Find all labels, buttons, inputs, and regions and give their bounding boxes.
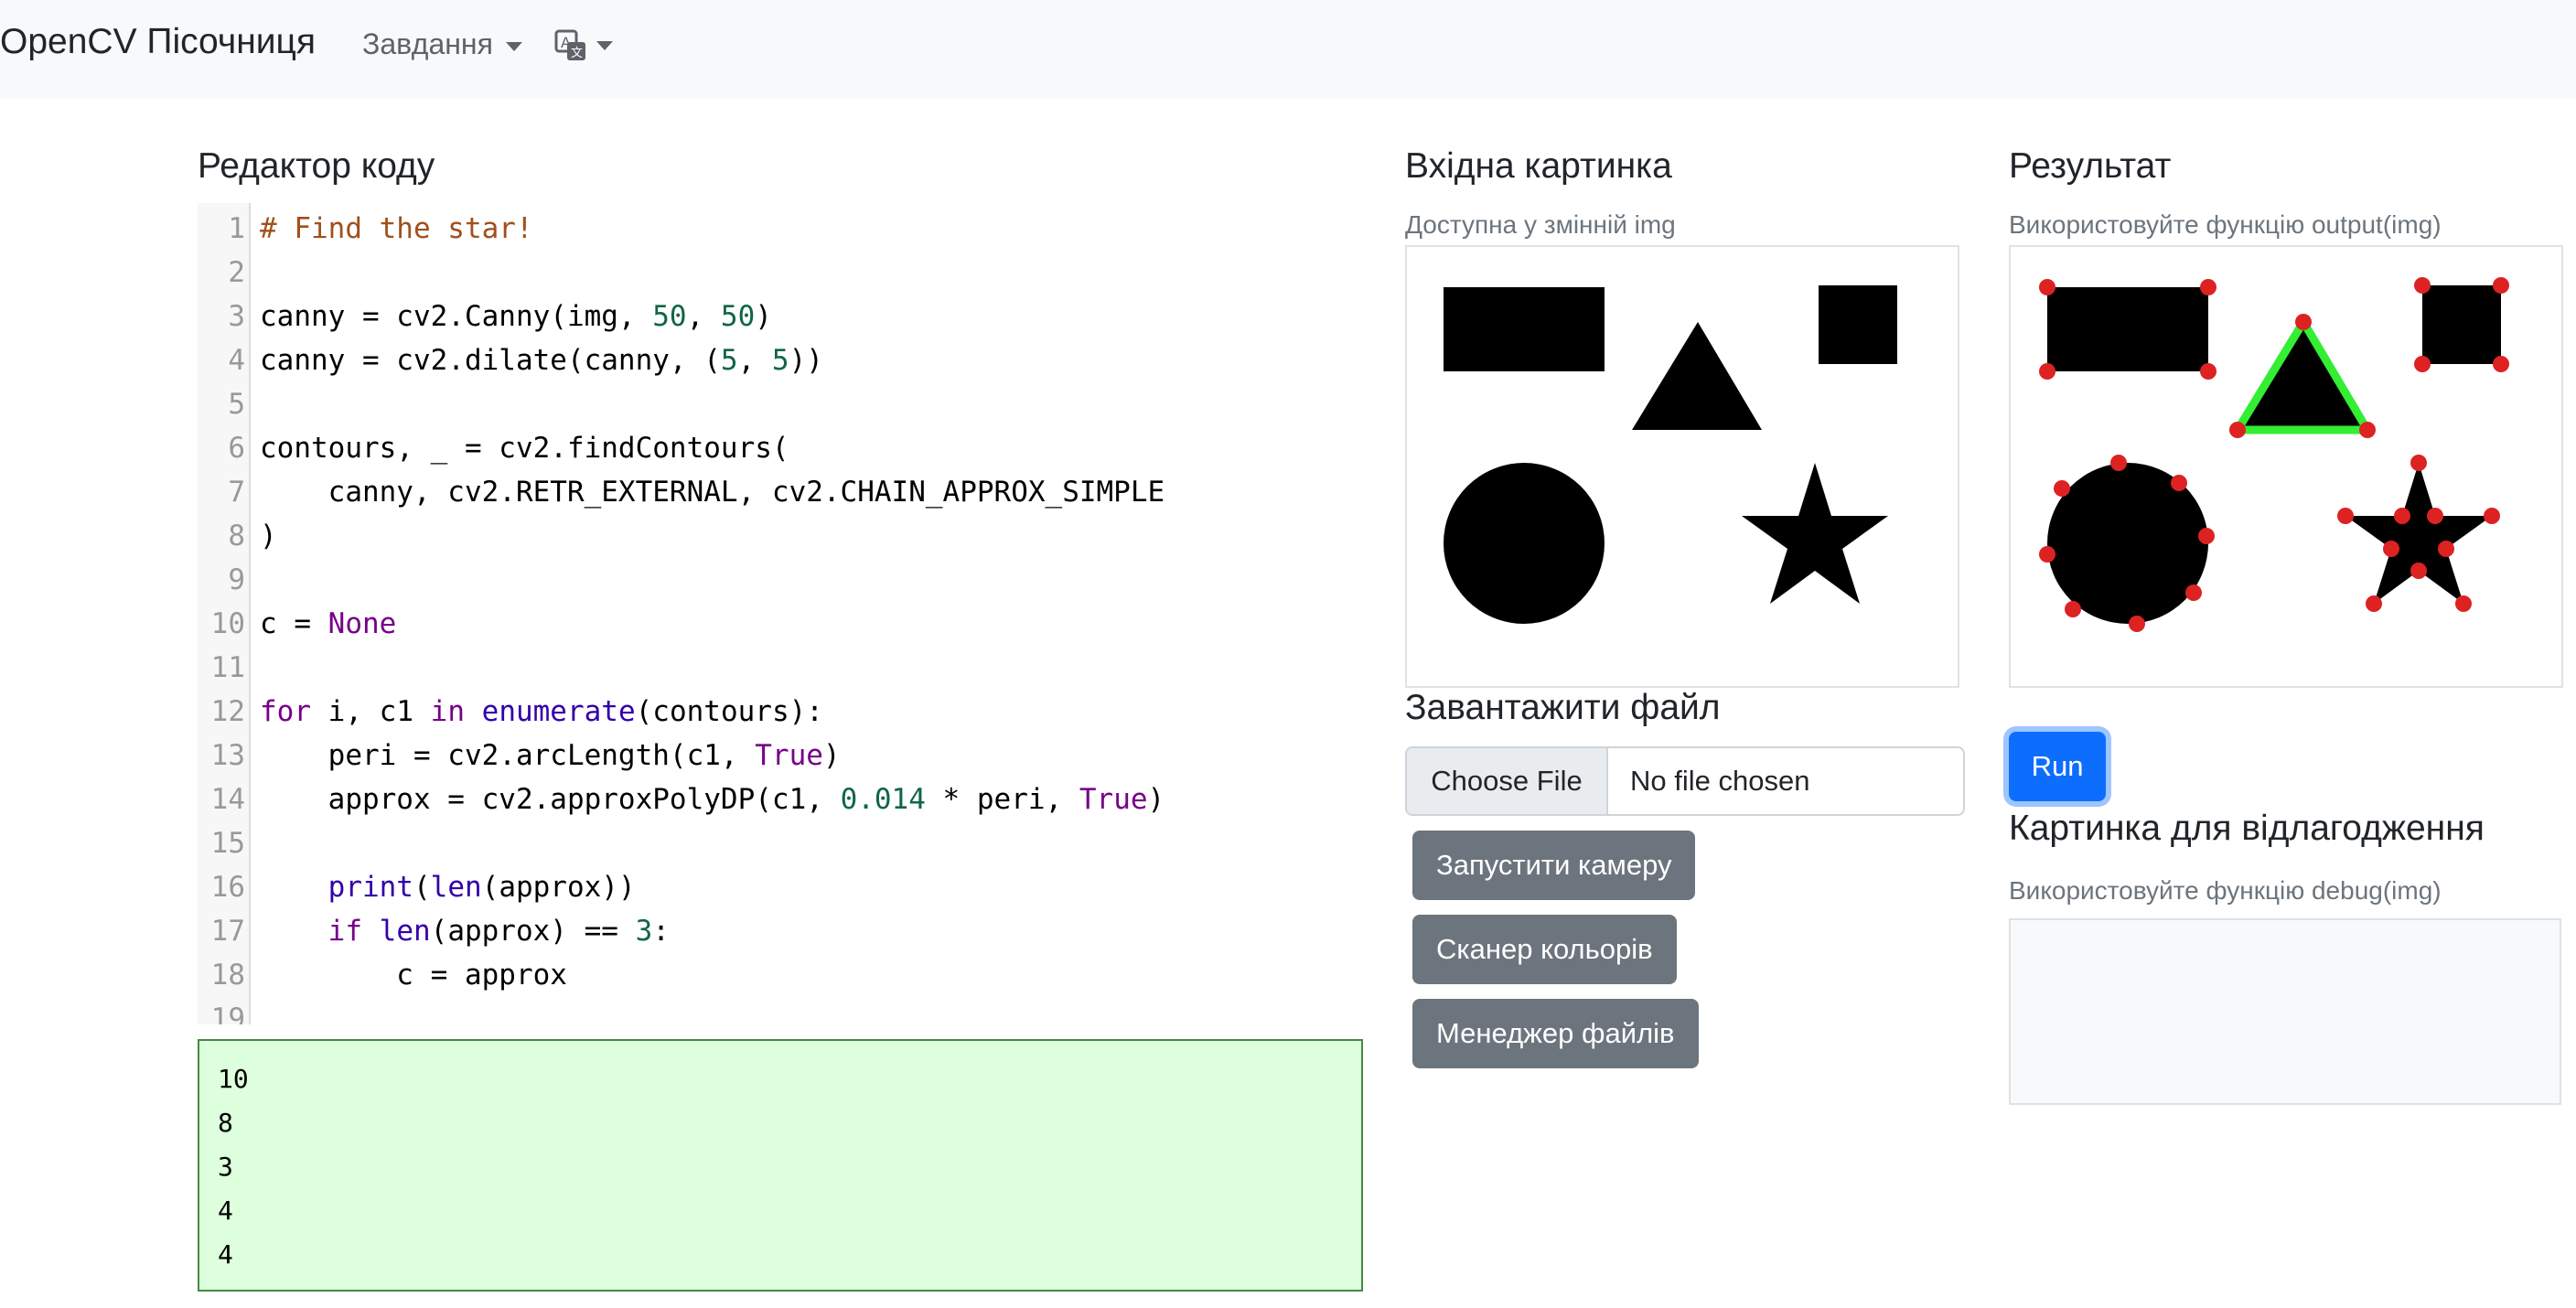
code-text[interactable]: ) xyxy=(260,514,277,558)
vertex-marker xyxy=(2414,277,2431,294)
vertex-marker xyxy=(2200,279,2216,295)
output-line: 10 xyxy=(218,1064,249,1094)
result-shapes-image xyxy=(2039,277,2509,632)
code-text[interactable]: approx = cv2.approxPolyDP(c1, 0.014 * pe… xyxy=(260,777,1165,821)
code-text[interactable]: canny, cv2.RETR_EXTERNAL, cv2.CHAIN_APPR… xyxy=(260,470,1165,514)
vertex-marker xyxy=(2484,508,2500,524)
line-number: 17 xyxy=(210,915,245,948)
file-name-label: No file chosen xyxy=(1630,765,1810,797)
vertex-marker xyxy=(2410,563,2427,579)
code-text[interactable]: contours, _ = cv2.findContours( xyxy=(260,426,789,470)
vertex-marker xyxy=(2171,475,2187,491)
vertex-marker xyxy=(2110,455,2127,471)
debug-image-title: Картинка для відлагодження xyxy=(2009,809,2485,848)
debug-image-hint: Використовуйте функцію debug(img) xyxy=(2009,876,2442,905)
result-title: Результат xyxy=(2009,146,2172,186)
vertex-marker xyxy=(2039,546,2055,563)
line-number: 11 xyxy=(210,651,245,684)
vertex-marker xyxy=(2054,480,2070,497)
input-image xyxy=(1405,245,1959,688)
line-number: 19 xyxy=(210,1002,245,1024)
output-line: 3 xyxy=(218,1152,233,1182)
vertex-marker xyxy=(2200,363,2216,380)
vertex-marker xyxy=(2185,584,2202,601)
line-number: 8 xyxy=(228,520,245,552)
vertex-marker xyxy=(2394,508,2410,524)
file-input[interactable]: Choose File No file chosen xyxy=(1405,746,1965,816)
brand-title[interactable]: OpenCV Пісочниця xyxy=(0,22,316,62)
output-line: 4 xyxy=(218,1195,233,1226)
editor-title: Редактор коду xyxy=(198,146,435,186)
input-image-hint: Доступна у змінній img xyxy=(1405,210,1676,239)
file-manager-button[interactable]: Менеджер файлів xyxy=(1412,999,1699,1068)
line-number: 2 xyxy=(228,256,245,289)
navbar: OpenCV Пісочниця Завдання A 文 xyxy=(0,0,2576,99)
line-number: 6 xyxy=(228,432,245,465)
input-image-title: Вхідна картинка xyxy=(1405,146,1672,186)
line-number: 15 xyxy=(210,827,245,860)
output-line: 8 xyxy=(218,1108,233,1138)
vertex-marker xyxy=(2438,541,2454,557)
debug-image xyxy=(2009,918,2561,1105)
choose-file-button[interactable]: Choose File xyxy=(1407,748,1608,814)
start-camera-button[interactable]: Запустити камеру xyxy=(1412,831,1696,900)
chevron-down-icon xyxy=(505,41,522,51)
code-editor[interactable]: 1 # Find the star! 2 3 canny = cv2.Canny(img… xyxy=(198,203,1361,1024)
vertex-marker xyxy=(2039,279,2055,295)
line-number: 5 xyxy=(228,388,245,421)
language-dropdown[interactable]: A 文 xyxy=(554,29,613,62)
code-text[interactable]: if len(approx) == 3: xyxy=(260,909,670,953)
vertex-marker xyxy=(2229,422,2246,438)
code-text[interactable]: for i, c1 in enumerate(contours): xyxy=(260,690,823,734)
line-number: 12 xyxy=(210,695,245,728)
vertex-marker xyxy=(2427,508,2443,524)
line-number: 4 xyxy=(228,344,245,377)
line-number: 14 xyxy=(210,783,245,816)
color-scanner-button[interactable]: Сканер кольорів xyxy=(1412,915,1677,984)
line-number: 13 xyxy=(210,739,245,772)
vertex-marker xyxy=(2198,528,2215,544)
line-number: 3 xyxy=(228,300,245,333)
vertex-marker xyxy=(2359,422,2376,438)
vertex-marker xyxy=(2129,616,2145,632)
translate-icon: A 文 xyxy=(554,29,585,60)
vertex-marker xyxy=(2410,455,2427,471)
run-button[interactable]: Run xyxy=(2009,732,2106,801)
vertex-marker xyxy=(2383,541,2399,557)
shapes-image xyxy=(1444,285,1897,624)
line-number: 1 xyxy=(228,212,245,245)
code-text[interactable]: canny = cv2.Canny(img, 50, 50) xyxy=(260,295,772,338)
code-text[interactable]: canny = cv2.dilate(canny, (5, 5)) xyxy=(260,338,823,382)
code-text[interactable]: c = None xyxy=(260,602,396,646)
vertex-marker xyxy=(2493,356,2509,372)
svg-text:文: 文 xyxy=(571,47,583,60)
upload-title: Завантажити файл xyxy=(1405,688,1721,727)
vertex-marker xyxy=(2295,314,2312,330)
console-output: 10 8 3 4 4 xyxy=(198,1039,1363,1292)
tasks-dropdown-label: Завдання xyxy=(362,27,493,60)
result-image xyxy=(2009,245,2563,688)
vertex-marker xyxy=(2414,356,2431,372)
vertex-marker xyxy=(2455,595,2472,612)
vertex-marker xyxy=(2366,595,2382,612)
line-number: 7 xyxy=(228,476,245,509)
tasks-dropdown[interactable]: Завдання xyxy=(362,27,522,61)
line-number: 9 xyxy=(228,563,245,596)
code-text[interactable]: # Find the star! xyxy=(260,207,533,251)
vertex-marker xyxy=(2337,508,2354,524)
line-number: 18 xyxy=(210,959,245,992)
chevron-down-icon xyxy=(596,41,613,50)
output-line: 4 xyxy=(218,1239,233,1270)
vertex-marker xyxy=(2493,277,2509,294)
line-number: 16 xyxy=(210,871,245,904)
result-hint: Використовуйте функцію output(img) xyxy=(2009,210,2442,239)
vertex-marker xyxy=(2065,601,2081,617)
code-text[interactable]: print(len(approx)) xyxy=(260,865,636,909)
vertex-marker xyxy=(2039,363,2055,380)
code-text[interactable]: peri = cv2.arcLength(c1, True) xyxy=(260,734,841,777)
line-number: 10 xyxy=(210,607,245,640)
code-text[interactable]: c = approx xyxy=(260,953,567,997)
